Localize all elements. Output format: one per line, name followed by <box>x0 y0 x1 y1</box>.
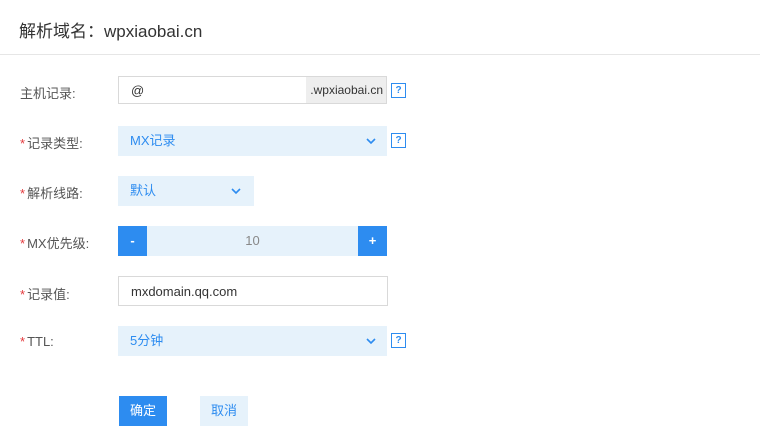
chevron-down-icon <box>231 188 241 195</box>
cancel-button[interactable]: 取消 <box>200 396 248 426</box>
record-type-help-icon[interactable]: ? <box>391 133 406 148</box>
required-mark: * <box>20 236 26 251</box>
record-type-select[interactable]: MX记录 <box>118 126 387 156</box>
required-mark: * <box>20 334 26 349</box>
line-value: 默认 <box>130 183 157 198</box>
chevron-down-icon <box>366 138 376 145</box>
dialog-header: 解析域名：wpxiaobai.cn <box>0 0 760 55</box>
decrement-button[interactable]: - <box>118 226 147 256</box>
host-field: .wpxiaobai.cn <box>118 76 387 104</box>
ttl-value: 5分钟 <box>130 333 164 348</box>
required-mark: * <box>20 136 26 151</box>
line-label: * 解析线路: <box>20 186 83 201</box>
host-help-icon[interactable]: ? <box>391 83 406 98</box>
confirm-button[interactable]: 确定 <box>119 396 167 426</box>
mx-priority-label: * MX优先级: <box>20 236 90 251</box>
page-title: 解析域名：wpxiaobai.cn <box>19 22 203 41</box>
ttl-help-icon[interactable]: ? <box>391 333 406 348</box>
required-mark: * <box>20 287 26 302</box>
host-label: 主机记录: <box>20 86 76 101</box>
record-type-label: * 记录类型: <box>20 136 83 151</box>
mx-priority-stepper: - 10 + <box>118 226 387 256</box>
record-value-label: * 记录值: <box>20 287 70 302</box>
increment-button[interactable]: + <box>358 226 387 256</box>
required-mark: * <box>20 186 26 201</box>
mx-priority-value[interactable]: 10 <box>147 226 358 256</box>
domain-suffix: .wpxiaobai.cn <box>306 77 386 103</box>
record-type-value: MX记录 <box>130 133 176 148</box>
ttl-label: * TTL: <box>20 334 54 349</box>
host-input[interactable] <box>119 77 307 103</box>
chevron-down-icon <box>366 338 376 345</box>
line-select[interactable]: 默认 <box>118 176 254 206</box>
ttl-select[interactable]: 5分钟 <box>118 326 387 356</box>
record-value-input[interactable] <box>118 276 388 306</box>
